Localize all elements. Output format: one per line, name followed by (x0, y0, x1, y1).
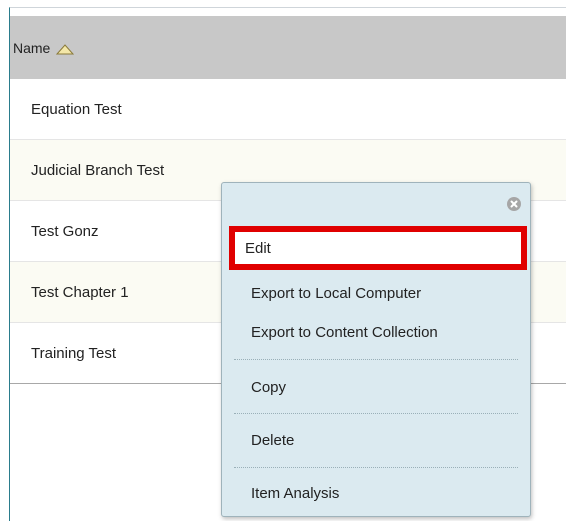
row-name-link[interactable]: Judicial Branch Test (10, 162, 164, 179)
menu-separator (234, 359, 518, 360)
row-name-link[interactable]: Test Gonz (10, 223, 99, 240)
menu-item-export-content-collection[interactable]: Export to Content Collection (229, 317, 523, 347)
table-header-name-column[interactable]: Name (10, 16, 566, 79)
table-row[interactable]: Equation Test (10, 79, 566, 140)
menu-separator (234, 413, 518, 414)
menu-item-export-local[interactable]: Export to Local Computer (229, 278, 523, 308)
column-header-label: Name (13, 39, 51, 56)
row-name-link[interactable]: Equation Test (10, 101, 122, 118)
row-name-link[interactable]: Training Test (10, 345, 116, 362)
sort-ascending-icon[interactable] (55, 42, 75, 54)
menu-item-copy[interactable]: Copy (229, 372, 523, 402)
row-name-link[interactable]: Test Chapter 1 (10, 284, 129, 301)
menu-item-delete[interactable]: Delete (229, 425, 523, 455)
close-icon[interactable] (507, 197, 521, 211)
menu-separator (234, 467, 518, 468)
menu-item-edit[interactable]: Edit (229, 226, 527, 270)
menu-item-item-analysis[interactable]: Item Analysis (229, 478, 523, 508)
context-menu: Edit Export to Local Computer Export to … (221, 182, 531, 517)
